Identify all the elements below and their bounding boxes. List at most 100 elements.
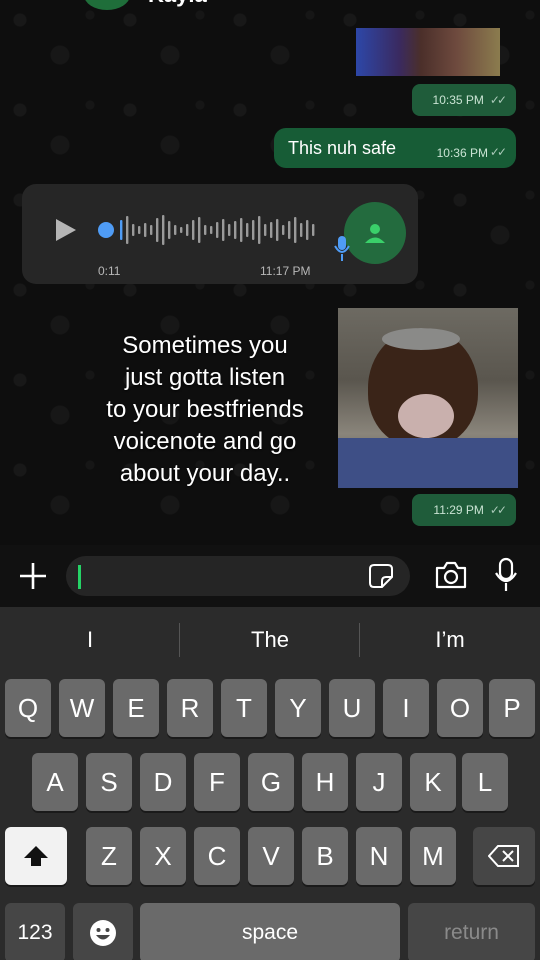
timestamp: 11:17 PM <box>260 264 311 278</box>
suggestion-item[interactable]: The <box>210 627 330 653</box>
message-input[interactable] <box>66 556 410 596</box>
key-t[interactable]: T <box>221 679 267 737</box>
waveform-bar <box>222 219 225 241</box>
waveform-bar <box>192 220 195 240</box>
key-c[interactable]: C <box>194 827 240 885</box>
key-k[interactable]: K <box>410 753 456 811</box>
suggestion-item[interactable]: I’m <box>390 627 510 653</box>
key-d[interactable]: D <box>140 753 186 811</box>
mic-icon[interactable] <box>494 557 518 593</box>
waveform-bar <box>156 218 159 242</box>
waveform-bar <box>210 226 213 234</box>
suggestion-item[interactable]: I <box>30 627 150 653</box>
key-x[interactable]: X <box>140 827 186 885</box>
waveform-bar <box>126 216 129 244</box>
sent-image[interactable] <box>356 28 500 76</box>
waveform-bar <box>228 224 231 236</box>
waveform-bar <box>312 224 315 236</box>
playback-progress-handle[interactable] <box>98 222 114 238</box>
message-input-bar <box>0 545 540 607</box>
timestamp-bubble: 11:29 PM ✓✓ <box>412 494 516 526</box>
shift-icon <box>24 846 48 866</box>
chat-area[interactable]: Kayla 10:35 PM ✓✓ This nuh safe 10:36 PM… <box>0 0 540 545</box>
waveform-bar <box>144 223 147 237</box>
waveform-bar <box>276 219 279 241</box>
sender-avatar <box>344 202 406 264</box>
outgoing-message[interactable]: This nuh safe 10:36 PM ✓✓ <box>274 128 516 168</box>
key-z[interactable]: Z <box>86 827 132 885</box>
key-a[interactable]: A <box>32 753 78 811</box>
contact-name[interactable]: Kayla <box>148 0 207 8</box>
back-chevron-icon[interactable] <box>8 0 26 4</box>
waveform-bar <box>306 220 309 240</box>
caption-line: voicenote and go <box>113 428 297 455</box>
voice-note-message[interactable]: 0:11 11:17 PM <box>22 184 418 284</box>
suggestion-divider <box>179 623 180 657</box>
chat-header: Kayla <box>0 0 540 12</box>
key-o[interactable]: O <box>437 679 483 737</box>
waveform-bar <box>162 215 165 245</box>
caption-line: just gotta listen <box>124 364 286 391</box>
timestamp: 11:29 PM <box>433 503 484 517</box>
waveform-bar <box>234 221 237 239</box>
screen: Kayla 10:35 PM ✓✓ This nuh safe 10:36 PM… <box>0 0 540 960</box>
read-ticks-icon: ✓✓ <box>489 145 507 159</box>
sticker-icon[interactable] <box>368 563 394 589</box>
read-ticks-icon: ✓✓ <box>489 93 507 107</box>
key-r[interactable]: R <box>167 679 213 737</box>
waveform-bar <box>300 223 303 237</box>
key-u[interactable]: U <box>329 679 375 737</box>
embedded-video[interactable] <box>338 308 518 488</box>
backspace-key[interactable] <box>473 827 535 885</box>
key-g[interactable]: G <box>248 753 294 811</box>
key-n[interactable]: N <box>356 827 402 885</box>
key-j[interactable]: J <box>356 753 402 811</box>
space-key[interactable]: space <box>140 903 400 960</box>
play-icon[interactable] <box>54 218 78 242</box>
video-headband <box>382 328 460 350</box>
key-l[interactable]: L <box>462 753 508 811</box>
timestamp: 10:36 PM <box>436 146 488 160</box>
key-v[interactable]: V <box>248 827 294 885</box>
waveform-bar <box>270 222 273 238</box>
waveform-bar <box>288 221 291 239</box>
shift-key[interactable] <box>5 827 67 885</box>
waveform-bar <box>246 223 249 237</box>
key-p[interactable]: P <box>489 679 535 737</box>
caption-line: about your day.. <box>119 460 291 487</box>
waveform-bar <box>204 225 207 235</box>
backspace-icon <box>488 845 519 867</box>
keyboard: I The I’m Q W E R T Y U I O P A S D F G … <box>0 607 540 960</box>
read-ticks-icon: ✓✓ <box>489 503 507 517</box>
return-key[interactable]: return <box>408 903 535 960</box>
waveform-bar <box>168 221 171 239</box>
waveform-bar <box>180 227 183 233</box>
plus-icon[interactable] <box>18 561 48 591</box>
key-q[interactable]: Q <box>5 679 51 737</box>
key-b[interactable]: B <box>302 827 348 885</box>
numbers-key[interactable]: 123 <box>5 903 65 960</box>
waveform-bar <box>150 225 153 235</box>
waveform-bar <box>186 224 189 236</box>
camera-icon[interactable] <box>434 560 468 590</box>
key-y[interactable]: Y <box>275 679 321 737</box>
key-f[interactable]: F <box>194 753 240 811</box>
contact-avatar[interactable] <box>84 0 130 10</box>
waveform-bar <box>138 226 141 234</box>
text-caret <box>78 565 81 589</box>
key-m[interactable]: M <box>410 827 456 885</box>
video-shirt <box>338 438 518 488</box>
caption-line: Sometimes you <box>122 332 288 359</box>
caption-line: to your bestfriends <box>106 396 304 423</box>
key-e[interactable]: E <box>113 679 159 737</box>
emoji-icon <box>90 920 116 946</box>
key-s[interactable]: S <box>86 753 132 811</box>
voice-duration: 0:11 <box>98 264 121 278</box>
waveform-bar <box>240 218 243 242</box>
emoji-key[interactable] <box>73 903 133 960</box>
key-h[interactable]: H <box>302 753 348 811</box>
key-w[interactable]: W <box>59 679 105 737</box>
waveform[interactable] <box>118 214 318 246</box>
timestamp-bubble: 10:35 PM ✓✓ <box>412 84 516 116</box>
key-i[interactable]: I <box>383 679 429 737</box>
